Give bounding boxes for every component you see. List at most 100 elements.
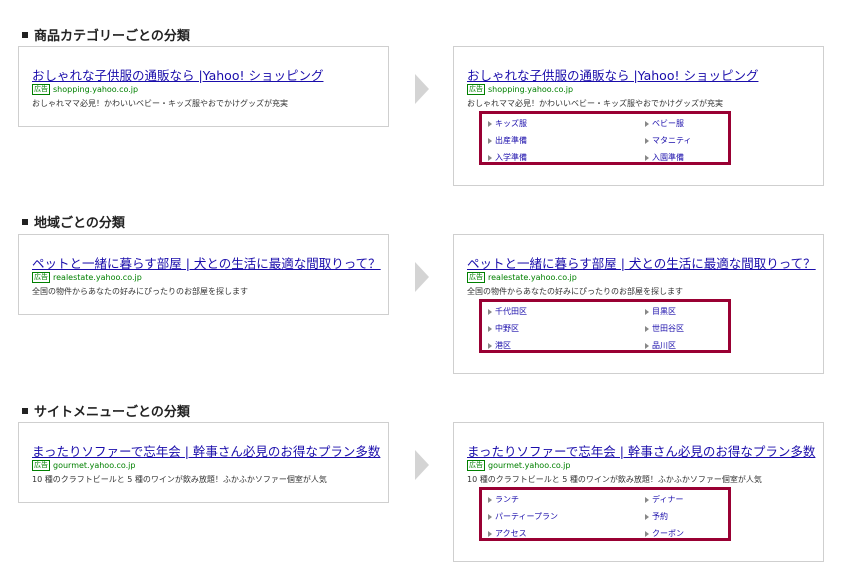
sitelink[interactable]: マタニティ [645,135,692,146]
sitelink[interactable]: パーティープラン [488,511,558,522]
sitelink-label: 入園準備 [652,153,684,162]
ad-preview-before: まったりソファーで忘年会 | 幹事さん必見のお得なプラン多数 広告 gourme… [18,422,389,503]
sitelink-label: 予約 [652,512,668,521]
ad-title-link[interactable]: ペットと一緒に暮らす部屋 | 犬との生活に最適な間取りって？ [467,253,816,272]
triangle-right-icon [488,496,492,503]
ad-badge: 広告 [467,272,485,283]
sitelink[interactable]: 出産準備 [488,135,527,146]
sitelink-label: 千代田区 [495,307,527,316]
ad-badge: 広告 [32,272,50,283]
triangle-right-icon [645,308,649,315]
triangle-right-icon [645,513,649,520]
sitelink-label: クーポン [652,529,684,538]
sitelink[interactable]: ベビー服 [645,118,684,129]
sitelink-label: 出産準備 [495,136,527,145]
ad-title-link[interactable]: ペットと一緒に暮らす部屋 | 犬との生活に最適な間取りって？ [32,253,381,272]
triangle-right-icon [488,308,492,315]
triangle-right-icon [645,120,649,127]
sitelink[interactable]: アクセス [488,528,527,539]
sitelink-label: 入学準備 [495,153,527,162]
square-bullet-icon [22,407,28,414]
section-heading: サイトメニューごとの分類 [22,401,190,420]
sitelink-label: ランチ [495,495,519,504]
sitelink[interactable]: 港区 [488,340,511,351]
triangle-right-icon [645,154,649,161]
triangle-right-icon [645,530,649,537]
sitelink[interactable]: ランチ [488,494,519,505]
ad-display-url: gourmet.yahoo.co.jp [488,461,571,470]
ad-url-row: 広告 shopping.yahoo.co.jp [32,84,138,95]
section-heading-text: 商品カテゴリーごとの分類 [34,29,190,44]
ad-preview-after: まったりソファーで忘年会 | 幹事さん必見のお得なプラン多数 広告 gourme… [453,422,824,562]
section-heading-text: サイトメニューごとの分類 [34,405,190,420]
right-arrow-icon [415,262,429,292]
ad-badge: 広告 [32,84,50,95]
ad-description: おしゃれママ必見！かわいいベビー・キッズ服やおでかけグッズが充実 [32,99,288,108]
right-arrow-icon [415,450,429,480]
sitelink-label: ディナー [652,495,684,504]
ad-preview-before: ペットと一緒に暮らす部屋 | 犬との生活に最適な間取りって？ 広告 reales… [18,234,389,315]
ad-display-url: realestate.yahoo.co.jp [53,273,142,282]
triangle-right-icon [645,137,649,144]
section-heading: 地域ごとの分類 [22,212,125,231]
sitelink-label: キッズ服 [495,119,527,128]
ad-title-link[interactable]: おしゃれな子供服の通販なら |Yahoo! ショッピング [467,65,758,84]
sitelink[interactable]: 目黒区 [645,306,676,317]
sitelinks-highlight: ランチ ディナー パーティープラン 予約 アクセス クーポン [479,487,731,541]
ad-url-row: 広告 realestate.yahoo.co.jp [467,272,577,283]
ad-display-url: shopping.yahoo.co.jp [488,85,574,94]
section-heading-text: 地域ごとの分類 [34,216,125,231]
sitelink-label: 品川区 [652,341,676,350]
sitelink[interactable]: 入学準備 [488,152,527,163]
sitelink[interactable]: キッズ服 [488,118,527,129]
sitelink[interactable]: 世田谷区 [645,323,684,334]
sitelink[interactable]: 品川区 [645,340,676,351]
ad-description: おしゃれママ必見！かわいいベビー・キッズ服やおでかけグッズが充実 [467,99,723,108]
ad-badge: 広告 [467,84,485,95]
ad-url-row: 広告 shopping.yahoo.co.jp [467,84,573,95]
ad-url-row: 広告 gourmet.yahoo.co.jp [467,460,570,471]
sitelinks-highlight: キッズ服 ベビー服 出産準備 マタニティ 入学準備 入園準備 [479,111,731,165]
sitelink[interactable]: 予約 [645,511,668,522]
sitelinks-highlight: 千代田区 目黒区 中野区 世田谷区 港区 品川区 [479,299,731,353]
sitelink[interactable]: 入園準備 [645,152,684,163]
ad-display-url: gourmet.yahoo.co.jp [53,461,136,470]
ad-description: 10 種のクラフトビールと 5 種のワインが飲み放題！ふかふかソファー個室が人気 [32,475,327,484]
ad-badge: 広告 [32,460,50,471]
ad-title-link[interactable]: まったりソファーで忘年会 | 幹事さん必見のお得なプラン多数 [32,441,380,460]
triangle-right-icon [488,120,492,127]
sitelink-label: 目黒区 [652,307,676,316]
sitelink-label: 世田谷区 [652,324,684,333]
ad-display-url: realestate.yahoo.co.jp [488,273,577,282]
ad-preview-after: おしゃれな子供服の通販なら |Yahoo! ショッピング 広告 shopping… [453,46,824,186]
sitelink[interactable]: ディナー [645,494,683,505]
ad-title-link[interactable]: まったりソファーで忘年会 | 幹事さん必見のお得なプラン多数 [467,441,815,460]
triangle-right-icon [645,342,649,349]
sitelink-label: マタニティ [652,136,692,145]
sitelink-label: 中野区 [495,324,519,333]
square-bullet-icon [22,218,28,225]
triangle-right-icon [645,325,649,332]
triangle-right-icon [488,530,492,537]
sitelink-label: ベビー服 [652,119,684,128]
sitelink-label: アクセス [495,529,527,538]
right-arrow-icon [415,74,429,104]
triangle-right-icon [488,342,492,349]
ad-preview-before: おしゃれな子供服の通販なら |Yahoo! ショッピング 広告 shopping… [18,46,389,127]
ad-badge: 広告 [467,460,485,471]
sitelink[interactable]: 中野区 [488,323,519,334]
ad-display-url: shopping.yahoo.co.jp [53,85,139,94]
ad-description: 全国の物件からあなたの好みにぴったりのお部屋を探します [467,287,683,296]
section-heading: 商品カテゴリーごとの分類 [22,25,190,44]
ad-title-link[interactable]: おしゃれな子供服の通販なら |Yahoo! ショッピング [32,65,323,84]
sitelink[interactable]: クーポン [645,528,684,539]
ad-url-row: 広告 realestate.yahoo.co.jp [32,272,142,283]
sitelink[interactable]: 千代田区 [488,306,527,317]
ad-description: 全国の物件からあなたの好みにぴったりのお部屋を探します [32,287,248,296]
square-bullet-icon [22,31,28,38]
triangle-right-icon [488,325,492,332]
ad-preview-after: ペットと一緒に暮らす部屋 | 犬との生活に最適な間取りって？ 広告 reales… [453,234,824,374]
triangle-right-icon [488,513,492,520]
triangle-right-icon [488,154,492,161]
ad-description: 10 種のクラフトビールと 5 種のワインが飲み放題！ふかふかソファー個室が人気 [467,475,762,484]
